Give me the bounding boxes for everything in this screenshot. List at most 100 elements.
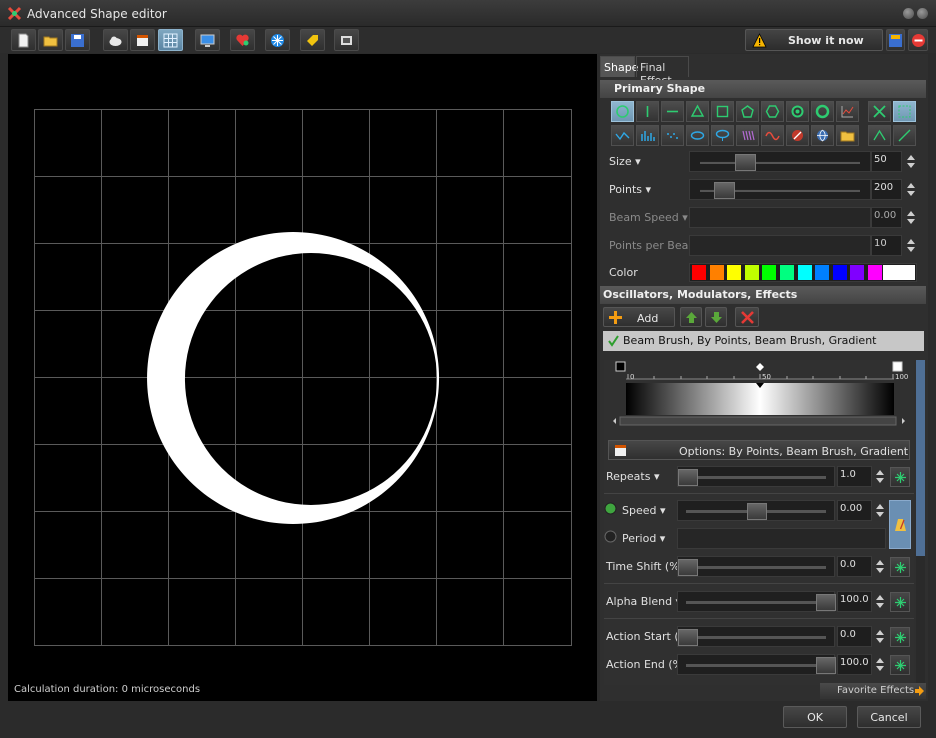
alpha-blend-slider-thumb[interactable] xyxy=(816,594,836,611)
color-swatch[interactable] xyxy=(850,265,865,280)
repeats-slider-thumb[interactable] xyxy=(678,469,698,486)
color-swatch[interactable] xyxy=(832,265,847,280)
gradient-stop-end[interactable] xyxy=(892,361,903,372)
alpha-blend-slider[interactable] xyxy=(677,591,836,612)
period-field[interactable] xyxy=(677,528,886,549)
shape-triangle-button[interactable] xyxy=(686,101,709,122)
heart-button[interactable] xyxy=(230,29,255,51)
color-swatch[interactable] xyxy=(868,265,882,280)
time-shift-modulate-button[interactable] xyxy=(890,557,910,577)
minimize-icon[interactable] xyxy=(903,8,914,19)
shape-spiral-button[interactable] xyxy=(786,101,809,122)
speed-spinner[interactable] xyxy=(873,500,886,521)
size-value[interactable]: 50 xyxy=(871,151,902,172)
repeats-label[interactable]: Repeats ▾ xyxy=(606,470,659,483)
settings-scrollbar[interactable] xyxy=(916,360,925,685)
open-button[interactable] xyxy=(38,29,63,51)
repeats-value[interactable]: 1.0 xyxy=(837,466,872,487)
delete-effect-button[interactable] xyxy=(735,307,759,327)
shape-globe-button[interactable] xyxy=(811,125,834,146)
action-end-slider-thumb[interactable] xyxy=(816,657,836,674)
gradient-stop-start[interactable] xyxy=(615,361,626,372)
size-spinner[interactable] xyxy=(904,151,917,172)
alpha-blend-spinner[interactable] xyxy=(873,591,886,612)
speed-slider-thumb[interactable] xyxy=(747,503,767,520)
size-slider-thumb[interactable] xyxy=(735,154,756,171)
shape-load-button[interactable] xyxy=(836,125,859,146)
monitor-button[interactable] xyxy=(195,29,220,51)
gradient-stop-mid[interactable] xyxy=(756,363,764,371)
show-it-now-button[interactable]: Show it now xyxy=(745,29,883,51)
shape-dots-button[interactable] xyxy=(661,125,684,146)
film-button[interactable] xyxy=(334,29,359,51)
action-end-spinner[interactable] xyxy=(873,654,886,675)
color-swatch[interactable] xyxy=(744,265,759,280)
points-slider[interactable] xyxy=(689,179,871,200)
shape-disc-button[interactable] xyxy=(711,125,734,146)
shape-rain-button[interactable] xyxy=(736,125,759,146)
action-start-value[interactable]: 0.0 xyxy=(837,626,872,647)
time-shift-slider-thumb[interactable] xyxy=(678,559,698,576)
ok-button[interactable]: OK xyxy=(783,706,847,728)
action-end-modulate-button[interactable] xyxy=(890,655,910,675)
action-start-slider[interactable] xyxy=(677,626,835,647)
shape-pentagon-button[interactable] xyxy=(736,101,759,122)
gradient-editor[interactable]: 0 50 100 xyxy=(604,360,914,436)
favorite-effects-tab[interactable]: Favorite Effects xyxy=(820,683,926,699)
cancel-button[interactable]: Cancel xyxy=(857,706,921,728)
grid-toggle-button[interactable] xyxy=(158,29,183,51)
close-window-icon[interactable] xyxy=(917,8,928,19)
effect-list-item[interactable]: Beam Brush, By Points, Beam Brush, Gradi… xyxy=(603,331,924,351)
effect-options-button[interactable]: Options: By Points, Beam Brush, Gradient xyxy=(608,440,910,460)
points-spinner[interactable] xyxy=(904,179,917,200)
color-swatch[interactable] xyxy=(692,265,706,280)
size-label[interactable]: Size ▾ xyxy=(609,155,641,168)
shape-cross-button[interactable] xyxy=(868,101,891,122)
shape-select-button[interactable] xyxy=(893,101,916,122)
tag-button[interactable] xyxy=(300,29,325,51)
shape-hexagon-button[interactable] xyxy=(761,101,784,122)
points-slider-thumb[interactable] xyxy=(714,182,735,199)
color-swatch[interactable] xyxy=(780,265,794,280)
stop-button[interactable] xyxy=(908,29,928,51)
tab-shape[interactable]: Shape xyxy=(600,56,638,77)
save-settings-button[interactable] xyxy=(886,29,905,51)
move-down-button[interactable] xyxy=(705,307,727,327)
points-value[interactable]: 200 xyxy=(871,179,902,200)
period-label[interactable]: Period ▾ xyxy=(622,532,665,545)
time-shift-value[interactable]: 0.0 xyxy=(837,556,872,577)
add-effect-button[interactable]: Add xyxy=(603,307,675,327)
color-swatch[interactable] xyxy=(709,265,724,280)
size-slider[interactable] xyxy=(689,151,871,172)
shape-angle-button[interactable] xyxy=(868,125,891,146)
alpha-blend-value[interactable]: 100.0 xyxy=(837,591,872,612)
alpha-blend-label[interactable]: Alpha Blend ▾ xyxy=(606,595,681,608)
shape-chart-button[interactable] xyxy=(836,101,859,122)
shape-diagonal-button[interactable] xyxy=(893,125,916,146)
color-swatch[interactable] xyxy=(815,265,830,280)
save-button[interactable] xyxy=(65,29,90,51)
speed-slider[interactable] xyxy=(677,500,835,521)
metronome-button[interactable] xyxy=(889,500,911,549)
repeats-spinner[interactable] xyxy=(873,466,886,487)
action-end-slider[interactable] xyxy=(677,654,836,675)
shape-wave-button[interactable] xyxy=(611,125,634,146)
action-start-slider-thumb[interactable] xyxy=(678,629,698,646)
color-swatch[interactable] xyxy=(727,265,742,280)
speed-label[interactable]: Speed ▾ xyxy=(622,504,666,517)
shape-sine-button[interactable] xyxy=(761,125,784,146)
shape-forbidden-button[interactable] xyxy=(786,125,809,146)
shape-square-button[interactable] xyxy=(711,101,734,122)
cloud-button[interactable] xyxy=(103,29,128,51)
shape-preview-canvas[interactable]: Calculation duration: 0 microseconds xyxy=(8,54,597,701)
move-up-button[interactable] xyxy=(680,307,702,327)
shape-vertical-line-button[interactable] xyxy=(636,101,659,122)
alpha-blend-modulate-button[interactable] xyxy=(890,592,910,612)
color-swatch[interactable] xyxy=(797,265,812,280)
shape-horizontal-line-button[interactable] xyxy=(661,101,684,122)
shape-loop-button[interactable] xyxy=(811,101,834,122)
clapper-button[interactable] xyxy=(130,29,155,51)
time-shift-slider[interactable] xyxy=(677,556,835,577)
action-end-value[interactable]: 100.0 xyxy=(837,654,872,675)
action-start-modulate-button[interactable] xyxy=(890,627,910,647)
